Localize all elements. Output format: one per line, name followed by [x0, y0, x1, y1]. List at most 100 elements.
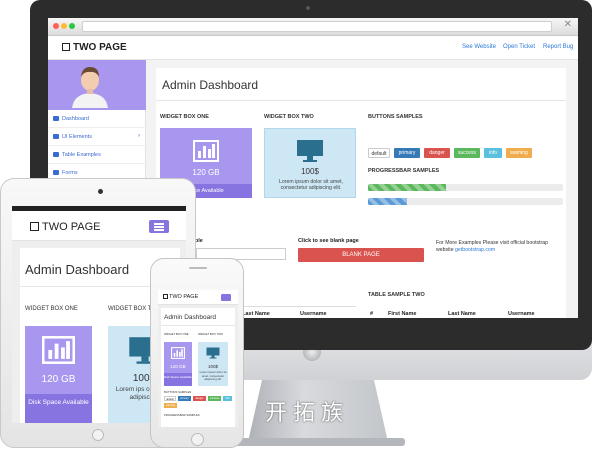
- success-button[interactable]: success: [454, 148, 480, 158]
- monitor-icon: [297, 140, 323, 162]
- phone-progress-title: PROGRESSBAR SAMPLES: [164, 413, 200, 417]
- nav-link-see-website[interactable]: See Website: [462, 44, 496, 50]
- watermark: 开拓族: [265, 401, 350, 426]
- primary-button[interactable]: primary: [394, 148, 420, 158]
- monitor-stand-foot: [235, 438, 405, 446]
- maximize-window-icon[interactable]: [69, 23, 75, 29]
- tablet-widget-one-value: 120 GB: [41, 374, 76, 385]
- sidebar-item-ui-elements[interactable]: UI Elements ›: [48, 128, 146, 146]
- warning-button[interactable]: warning: [506, 148, 532, 158]
- brand-logo[interactable]: TWO PAGE: [62, 42, 127, 53]
- close-window-icon[interactable]: [53, 23, 59, 29]
- page-title: Admin Dashboard: [162, 78, 259, 92]
- phone-widget-one-footer: Disk Space Available: [164, 373, 192, 386]
- phone-main-content: Admin Dashboard WIDGET BOX ONE WIDGET BO…: [161, 308, 235, 427]
- desktop-icon: [53, 134, 59, 139]
- danger-button[interactable]: danger: [424, 148, 450, 158]
- tablet-widget-one-footer: Disk Space Available: [25, 394, 92, 423]
- user-avatar: [68, 62, 112, 108]
- phone-buttons-title: BUTTONS SAMPLES: [164, 390, 192, 394]
- phone-screen: TWO PAGE Admin Dashboard WIDGET BOX ONE …: [158, 290, 238, 427]
- progress-fill-one: [368, 184, 446, 191]
- phone-widget-box-two: 100$ Lorem ipsum dolor sit amet, consect…: [198, 342, 228, 386]
- widget-box-two: 100$ Lorem ipsum dolor sit amet, consect…: [264, 128, 356, 198]
- browser-toolbar: ✕: [48, 18, 578, 36]
- phone-speaker: [189, 267, 207, 269]
- nav-link-open-ticket[interactable]: Open Ticket: [503, 44, 535, 50]
- phone-widget-two-title: WIDGET BOX TWO: [198, 332, 224, 336]
- device-mockup-stage: 开拓族 ✕ TWO PAGE See Website Open Ticket R…: [0, 0, 600, 450]
- monitor-icon: [53, 116, 59, 121]
- close-icon[interactable]: ✕: [564, 19, 572, 30]
- bar-chart-icon: [193, 140, 219, 162]
- brand-square-icon: [62, 43, 70, 51]
- bootstrap-link[interactable]: getbootstrap.com: [455, 247, 495, 253]
- phone-brand[interactable]: TWO PAGE: [163, 294, 198, 300]
- tablet-page-title: Admin Dashboard: [25, 262, 130, 277]
- phone-home-button[interactable]: [191, 433, 204, 446]
- tablet-widget-box-one: 120 GB Disk Space Available: [25, 326, 92, 423]
- progress-bar-one: [368, 184, 563, 191]
- form-icon: [53, 170, 59, 175]
- bar-chart-icon: [42, 336, 75, 364]
- sidebar-profile: [48, 60, 146, 110]
- tablet-widget-two-title: WIDGET BOX T: [108, 306, 152, 312]
- sidebar-item-table-examples[interactable]: Table Examples: [48, 146, 146, 164]
- phone-warning-button[interactable]: warning: [164, 403, 177, 408]
- tablet-navbar: TWO PAGE: [12, 211, 186, 241]
- tablet-widget-one-title: WIDGET BOX ONE: [25, 306, 78, 312]
- brand-text: TWO PAGE: [73, 42, 127, 53]
- table-two-header-username: Username: [508, 311, 535, 317]
- table-one-border: [236, 306, 356, 307]
- monitor-icon: [206, 347, 220, 359]
- blank-page-button[interactable]: BLANK PAGE: [298, 248, 424, 262]
- phone-primary-button[interactable]: primary: [178, 396, 191, 401]
- top-navbar: TWO PAGE See Website Open Ticket Report …: [48, 36, 578, 60]
- table-one-header-last-name: Last Name: [242, 311, 270, 317]
- address-bar[interactable]: [82, 21, 552, 32]
- table-two-header-last-name: Last Name: [448, 311, 476, 317]
- brand-square-icon: [30, 222, 39, 231]
- nav-link-report-bug[interactable]: Report Bug: [543, 44, 573, 50]
- monitor-camera-icon: [306, 6, 310, 10]
- info-text: For More Examples Please visit official …: [436, 240, 549, 253]
- tablet-home-button[interactable]: [92, 429, 104, 441]
- divider: [156, 100, 566, 101]
- table-icon: [53, 152, 59, 157]
- hamburger-menu-icon[interactable]: [149, 220, 169, 233]
- table-two-title: TABLE SAMPLE TWO: [368, 292, 425, 298]
- info-button[interactable]: info: [484, 148, 502, 158]
- bar-chart-icon: [171, 347, 185, 359]
- table-two-header-number: #: [370, 311, 374, 317]
- chevron-icon: ›: [138, 133, 140, 139]
- phone-navbar: TWO PAGE: [158, 290, 238, 305]
- table-two-header-first-name: First Name: [388, 311, 417, 317]
- phone-page-title: Admin Dashboard: [164, 314, 217, 321]
- phone-widget-one-title: WIDGET BOX ONE: [164, 332, 189, 336]
- phone-widget-one-value: 120 GB: [170, 364, 186, 369]
- tablet-brand[interactable]: TWO PAGE: [30, 221, 100, 233]
- phone-widget-box-one: 120 GB Disk Space Available: [164, 342, 192, 386]
- buttons-title: BUTTONS SAMPLES: [368, 114, 423, 120]
- widget-two-title: WIDGET BOX TWO: [264, 114, 314, 120]
- widget-two-value: 100$: [301, 167, 319, 176]
- phone-success-button[interactable]: success: [208, 396, 221, 401]
- hamburger-menu-icon[interactable]: [221, 294, 231, 301]
- progress-bar-two: [368, 198, 563, 205]
- progress-title: PROGRESSBAR SAMPLES: [368, 168, 440, 174]
- brand-square-icon: [163, 294, 168, 299]
- divider: [161, 325, 235, 326]
- phone-device: TWO PAGE Admin Dashboard WIDGET BOX ONE …: [150, 258, 244, 448]
- table-one-header-username: Username: [300, 311, 327, 317]
- blank-page-label: Click to see blank page: [298, 238, 359, 244]
- phone-danger-button[interactable]: danger: [193, 396, 206, 401]
- default-button[interactable]: default: [368, 148, 390, 158]
- minimize-window-icon[interactable]: [61, 23, 67, 29]
- tablet-camera-icon: [98, 189, 103, 194]
- widget-one-title: WIDGET BOX ONE: [160, 114, 209, 120]
- widget-two-text: Lorem ipsum dolor sit amet, consectetur …: [278, 179, 343, 191]
- sidebar-item-dashboard[interactable]: Dashboard: [48, 110, 146, 128]
- phone-info-button[interactable]: info: [223, 396, 232, 401]
- phone-widget-two-value: 100$: [207, 364, 218, 369]
- phone-default-button[interactable]: default: [164, 396, 176, 401]
